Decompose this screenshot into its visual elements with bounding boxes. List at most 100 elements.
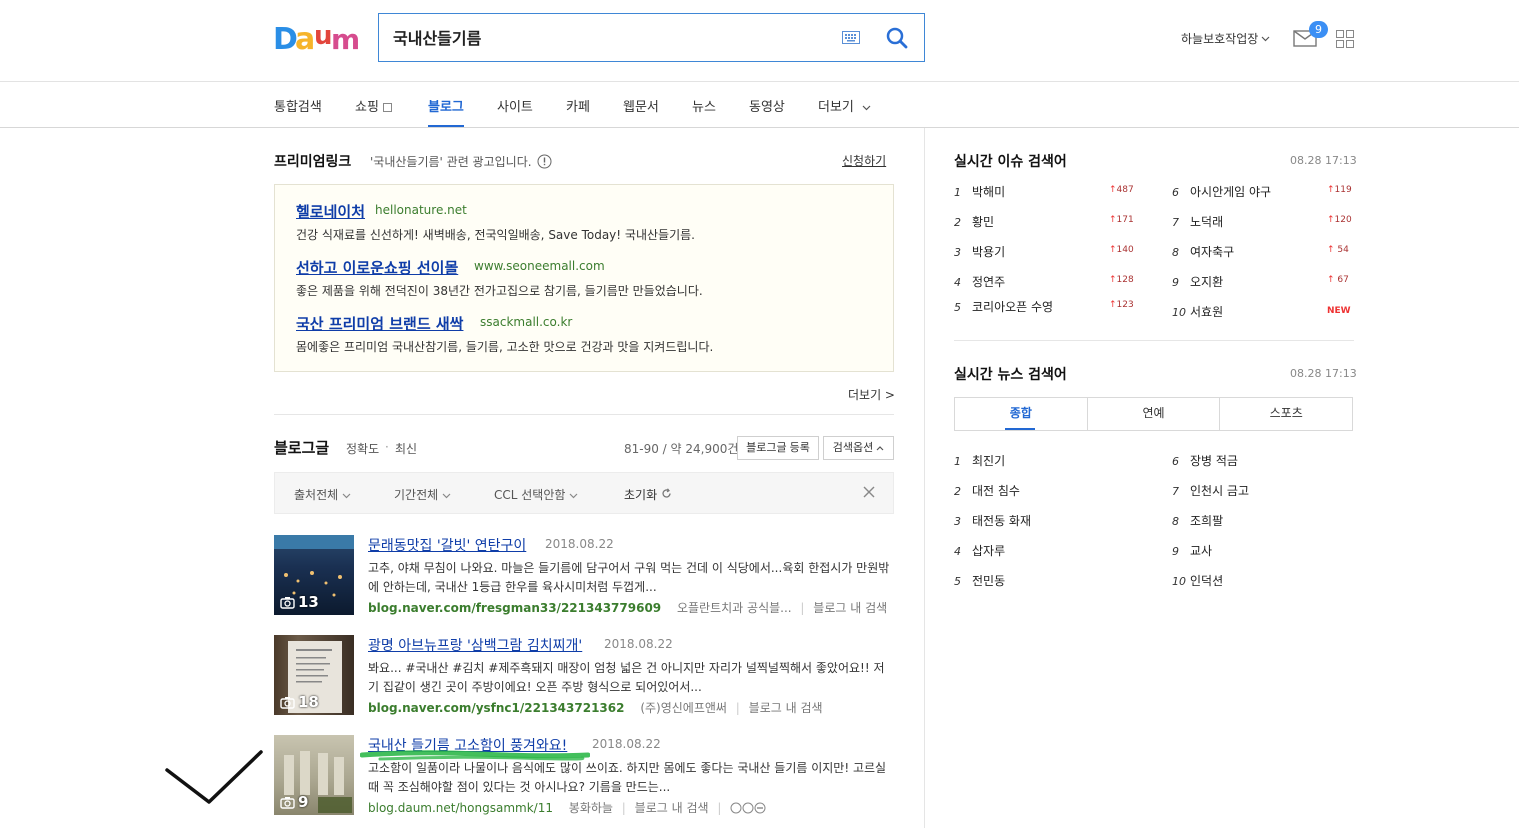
news-rank-item[interactable]: 8 조희팔 [1172, 512, 1223, 529]
ad-url[interactable]: ssackmall.co.kr [480, 315, 572, 329]
more-ads-link[interactable]: 더보기 > [848, 386, 895, 403]
search-in-blog-link[interactable]: 블로그 내 검색 [635, 801, 709, 815]
result-thumbnail[interactable]: 13 [274, 535, 354, 615]
result-title[interactable]: 문래동맛집 '갈빗' 연탄구이 [368, 535, 526, 555]
rank-item[interactable]: 6 아시안게임 야구 [1172, 183, 1271, 200]
filter-reset[interactable]: 초기화 [624, 486, 672, 503]
photo-count-value: 13 [298, 593, 319, 611]
rank-name: 여자축구 [1190, 245, 1235, 259]
tab-cafe[interactable]: 카페 [566, 96, 590, 115]
rank-delta-value: 54 [1337, 245, 1349, 255]
sort-recent[interactable]: 최신 [395, 440, 417, 457]
rank-name: 박해미 [972, 185, 1006, 199]
tab-site[interactable]: 사이트 [497, 96, 533, 115]
tab-news[interactable]: 뉴스 [692, 96, 716, 115]
up-arrow-icon: ↑ [1109, 185, 1117, 195]
result-thumbnail[interactable]: 18 [274, 635, 354, 715]
close-icon[interactable] [862, 485, 876, 499]
news-rank-item[interactable]: 5 전민동 [954, 572, 1005, 589]
ad-desc: 건강 식재료를 신선하게! 새벽배송, 전국익일배송, Save Today! … [296, 228, 695, 242]
apps-grid-icon[interactable] [1336, 30, 1354, 48]
rank-name: 인천시 금고 [1190, 484, 1250, 498]
result-title[interactable]: 광명 아브뉴프랑 '삼백그람 김치찌개' [368, 635, 582, 655]
rank-item[interactable]: 8 여자축구 [1172, 243, 1234, 260]
info-icon[interactable] [537, 154, 552, 169]
rank-name: 인덕션 [1190, 574, 1224, 588]
rank-num: 3 [954, 246, 961, 259]
user-menu[interactable]: 하늘보호작업장 [1181, 30, 1270, 47]
news-tab-entertainment[interactable]: 연예 [1088, 398, 1221, 430]
daum-logo[interactable]: D a u m [273, 22, 359, 54]
news-tab-sports[interactable]: 스포츠 [1220, 398, 1352, 430]
rank-num: 9 [1172, 276, 1179, 289]
meta-separator: | [621, 801, 626, 815]
news-rank-item[interactable]: 9 교사 [1172, 542, 1212, 559]
apply-ad-link[interactable]: 신청하기 [842, 152, 886, 169]
rank-name: 박용기 [972, 245, 1006, 259]
news-rank-item[interactable]: 10 인덕션 [1172, 572, 1223, 589]
ccl-license-icon [730, 802, 766, 814]
news-rank-item[interactable]: 1 최진기 [954, 452, 1005, 469]
premium-link-title: 프리미엄링크 [274, 154, 352, 170]
rank-item[interactable]: 3 박용기 [954, 243, 1005, 260]
keyboard-icon[interactable] [842, 31, 860, 44]
search-in-blog-link[interactable]: 블로그 내 검색 [749, 701, 823, 715]
rank-name: 정연주 [972, 275, 1006, 289]
ad-title[interactable]: 헬로네이처 [296, 201, 365, 222]
result-author[interactable]: 오플란트치과 공식블... [677, 601, 792, 615]
up-arrow-icon: ↑ [1327, 245, 1335, 255]
news-rank-item[interactable]: 3 태전동 화재 [954, 512, 1031, 529]
tab-blog[interactable]: 블로그 [428, 96, 464, 115]
tab-webdoc[interactable]: 웹문서 [623, 96, 659, 115]
result-thumbnail[interactable]: 9 [274, 735, 354, 815]
news-rank-item[interactable]: 7 인천시 금고 [1172, 482, 1249, 499]
rank-num: 9 [1172, 545, 1179, 558]
rank-delta-value: 140 [1116, 245, 1134, 255]
rank-num: 5 [954, 575, 961, 588]
search-input[interactable] [393, 24, 823, 50]
search-in-blog-link[interactable]: 블로그 내 검색 [813, 601, 887, 615]
rank-item[interactable]: 10 서효원 [1172, 303, 1223, 320]
tab-video[interactable]: 동영상 [749, 96, 785, 115]
section-divider [954, 340, 1354, 341]
rank-item[interactable]: 1 박해미 [954, 183, 1005, 200]
result-url[interactable]: blog.naver.com/fresgman33/221343779609 [368, 601, 661, 615]
ad-title[interactable]: 선하고 이로운쇼핑 선이몰 [296, 257, 458, 278]
photo-count-value: 9 [298, 793, 309, 811]
tab-shopping[interactable]: 쇼핑 [355, 96, 393, 115]
filter-period[interactable]: 기간전체 [394, 486, 451, 503]
rank-item[interactable]: 5 코리아오픈 수영 [954, 298, 1053, 315]
tab-more[interactable]: 더보기 [818, 96, 871, 115]
chevron-down-icon [862, 105, 871, 111]
register-blog-button[interactable]: 블로그글 등록 [737, 436, 819, 460]
rank-item[interactable]: 7 노덕래 [1172, 213, 1223, 230]
result-url[interactable]: blog.daum.net/hongsammk/11 [368, 801, 553, 815]
result-url[interactable]: blog.naver.com/ysfnc1/221343721362 [368, 701, 624, 715]
news-rank-item[interactable]: 2 대전 침수 [954, 482, 1020, 499]
rank-num: 5 [954, 301, 961, 314]
news-tab-all[interactable]: 종합 [955, 398, 1088, 430]
sort-accuracy[interactable]: 정확도 [346, 440, 379, 457]
search-options-button[interactable]: 검색옵션 [823, 436, 894, 460]
rank-name: 코리아오픈 수영 [972, 300, 1054, 314]
rank-item[interactable]: 4 정연주 [954, 273, 1005, 290]
ad-url[interactable]: hellonature.net [375, 203, 467, 217]
blog-result: 13 문래동맛집 '갈빗' 연탄구이 2018.08.22 고추, 야채 무침이… [274, 535, 894, 617]
rank-new-badge: NEW [1327, 306, 1351, 316]
rank-rolling-item[interactable]: 5 코리아오픈 수영 ↑123 [954, 296, 1154, 320]
search-icon[interactable] [884, 25, 910, 51]
rank-item[interactable]: 9 오지환 [1172, 273, 1223, 290]
ad-title[interactable]: 국산 프리미엄 브랜드 새싹 [296, 313, 463, 334]
result-desc: 봐요... #국내산 #김치 #제주흑돼지 매장이 엄청 넓은 건 아니지만 자… [368, 661, 885, 694]
photo-count: 13 [280, 593, 319, 611]
rank-item[interactable]: 2 황민 [954, 213, 994, 230]
news-rank-item[interactable]: 4 삽자루 [954, 542, 1005, 559]
result-author[interactable]: 봉화하늘 [569, 801, 613, 815]
filter-ccl[interactable]: CCL 선택안함 [494, 486, 578, 503]
filter-source[interactable]: 출처전체 [294, 486, 351, 503]
result-author[interactable]: (주)영신에프앤써 [640, 701, 727, 715]
ad-url[interactable]: www.seoneemall.com [474, 259, 605, 273]
tab-all[interactable]: 통합검색 [274, 96, 322, 115]
rank-delta: ↑ 54 [1327, 245, 1349, 255]
news-rank-item[interactable]: 6 장병 적금 [1172, 452, 1238, 469]
